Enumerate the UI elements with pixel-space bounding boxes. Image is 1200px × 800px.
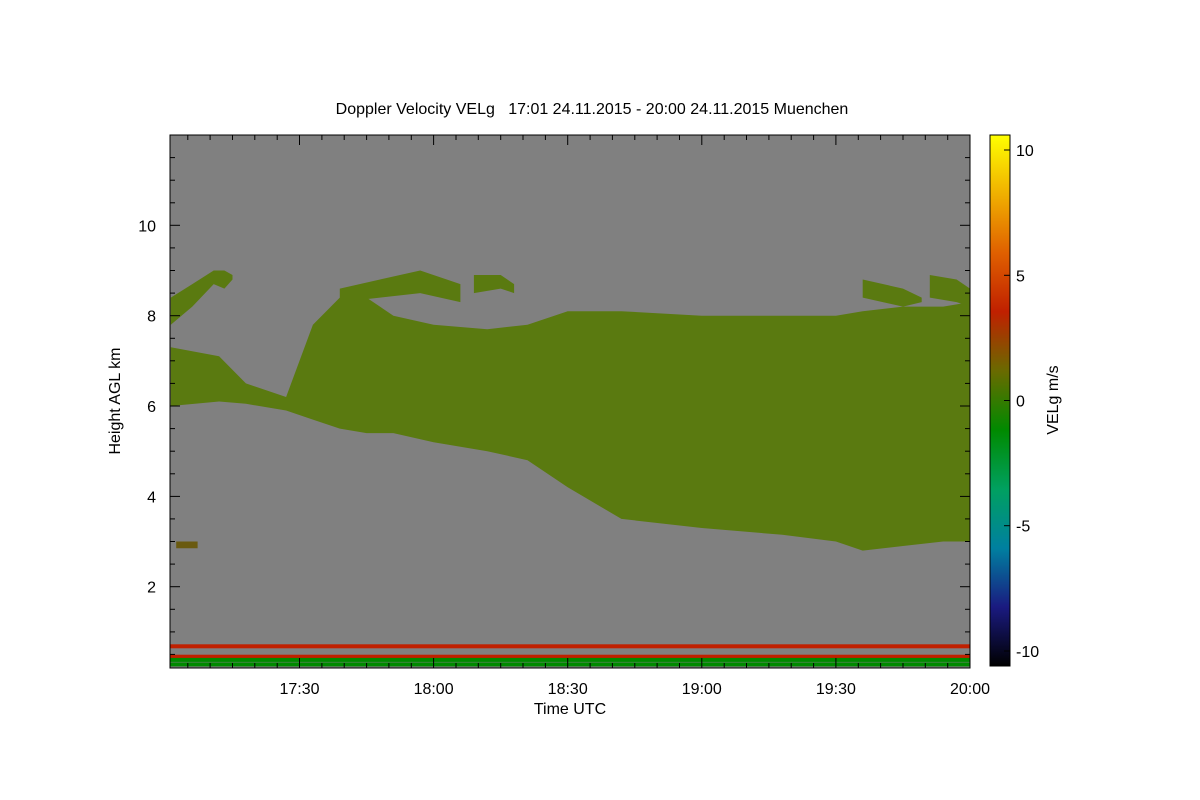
x-tick-label: 20:00 [950,681,990,698]
near-ground-band-1 [170,644,970,649]
low-cloud-patch [176,541,198,549]
x-axis-label: Time UTC [534,701,606,718]
doppler-velocity-chart: Doppler Velocity VELg 17:01 24.11.2015 -… [107,101,1062,718]
y-tick-label: 2 [147,580,156,597]
near-ground-band-3 [170,657,970,662]
y-tick-label: 10 [138,218,156,235]
chart-title: Doppler Velocity VELg 17:01 24.11.2015 -… [336,101,849,118]
x-tick-label: 17:30 [279,681,319,698]
colorbar-tick-label: 5 [1016,268,1025,285]
x-tick-label: 18:00 [414,681,454,698]
colorbar-tick-label: 10 [1016,143,1034,160]
y-tick-label: 4 [147,489,156,506]
y-tick-label: 8 [147,309,156,326]
x-tick-label: 19:30 [816,681,856,698]
near-ground-band-4 [170,662,970,667]
colorbar-tick-label: -10 [1016,644,1039,661]
x-tick-label: 18:30 [548,681,588,698]
y-axis-label: Height AGL km [107,347,124,454]
colorbar-tick-label: 0 [1016,394,1025,411]
x-tick-label: 19:00 [682,681,722,698]
colorbar-tick-label: -5 [1016,519,1030,536]
y-tick-label: 6 [147,399,156,416]
colorbar-label: VELg m/s [1045,365,1062,434]
